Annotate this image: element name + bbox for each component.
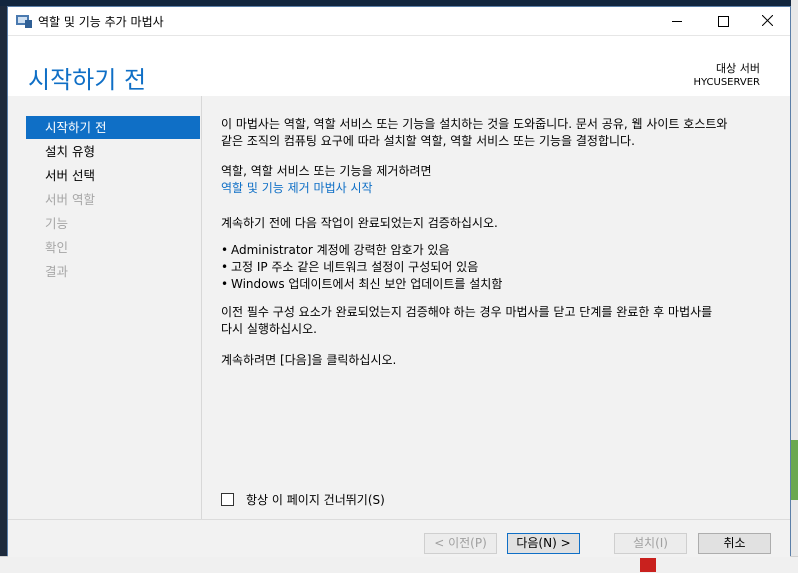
close-button[interactable]: [744, 7, 790, 35]
previous-button[interactable]: < 이전(P): [424, 533, 497, 554]
desktop-background-tile: [791, 440, 798, 500]
minimize-button[interactable]: [654, 7, 700, 35]
server-manager-icon: [16, 15, 32, 28]
window-title: 역할 및 기능 추가 마법사: [38, 15, 164, 29]
cancel-button[interactable]: 취소: [698, 533, 771, 554]
install-button[interactable]: 설치(I): [614, 533, 687, 554]
list-item: Administrator 계정에 강력한 암호가 있음: [221, 242, 502, 259]
intro-paragraph: 이 마법사는 역할, 역할 서비스 또는 기능을 설치하는 것을 도와줍니다. …: [221, 116, 727, 150]
list-item: 고정 IP 주소 같은 네트워크 설정이 구성되어 있음: [221, 259, 502, 276]
wizard-footer: < 이전(P) 다음(N) > 설치(I) 취소: [8, 519, 790, 557]
nav-item-before-you-begin[interactable]: 시작하기 전: [26, 116, 200, 139]
prereq-list: Administrator 계정에 강력한 암호가 있음 고정 IP 주소 같은…: [221, 242, 502, 293]
prereq-paragraph: 이전 필수 구성 요소가 완료되었는지 검증해야 하는 경우 마법사를 닫고 단…: [221, 304, 712, 338]
nav-item-server-roles: 서버 역할: [45, 192, 95, 207]
remove-wizard-link[interactable]: 역할 및 기능 제거 마법사 시작: [221, 181, 373, 195]
close-icon: [762, 15, 773, 26]
wizard-nav: 시작하기 전 설치 유형 서버 선택 서버 역할 기능 확인 결과: [26, 116, 200, 284]
continue-text: 계속하려면 [다음]을 클릭하십시오.: [221, 353, 397, 367]
intro-line-2: 같은 조직의 컴퓨팅 요구에 따라 설치할 역할, 역할 서비스 또는 기능을 …: [221, 134, 635, 148]
nav-item-installation-type[interactable]: 설치 유형: [26, 140, 200, 163]
desktop-background-bottom: [0, 556, 798, 573]
intro-line-1: 이 마법사는 역할, 역할 서비스 또는 기능을 설치하는 것을 도와줍니다. …: [221, 117, 728, 131]
prereq-line-1: 이전 필수 구성 요소가 완료되었는지 검증해야 하는 경우 마법사를 닫고 단…: [221, 305, 713, 319]
skip-page-checkbox[interactable]: [221, 493, 234, 506]
remove-paragraph: 역할, 역할 서비스 또는 기능을 제거하려면 역할 및 기능 제거 마법사 시…: [221, 163, 432, 197]
next-button[interactable]: 다음(N) >: [507, 533, 580, 554]
wizard-window: 역할 및 기능 추가 마법사 시작하기 전 대상 서버 HYCUSERVER 시…: [7, 6, 791, 557]
wizard-header: 시작하기 전 대상 서버 HYCUSERVER: [8, 35, 790, 96]
target-server-label: 대상 서버: [716, 62, 760, 75]
nav-item-server-selection[interactable]: 서버 선택: [26, 164, 200, 187]
nav-item-features: 기능: [45, 216, 69, 231]
title-bar[interactable]: 역할 및 기능 추가 마법사: [8, 7, 790, 35]
target-server-name: HYCUSERVER: [693, 77, 760, 88]
verify-text: 계속하기 전에 다음 작업이 완료되었는지 검증하십시오.: [221, 216, 498, 230]
skip-page-label[interactable]: 항상 이 페이지 건너뛰기(S): [246, 491, 385, 508]
nav-divider: [201, 96, 202, 519]
prereq-line-2: 다시 실행하십시오.: [221, 322, 317, 336]
remove-prompt: 역할, 역할 서비스 또는 기능을 제거하려면: [221, 164, 432, 178]
maximize-button[interactable]: [700, 7, 746, 35]
nav-item-results: 결과: [45, 264, 69, 279]
desktop-background-tile-red: [640, 558, 656, 572]
nav-item-confirmation: 확인: [45, 240, 69, 255]
list-item: Windows 업데이트에서 최신 보안 업데이트를 설치함: [221, 276, 502, 293]
page-title: 시작하기 전: [28, 66, 147, 94]
wizard-body: 시작하기 전 설치 유형 서버 선택 서버 역할 기능 확인 결과 이 마법사는…: [8, 96, 790, 519]
